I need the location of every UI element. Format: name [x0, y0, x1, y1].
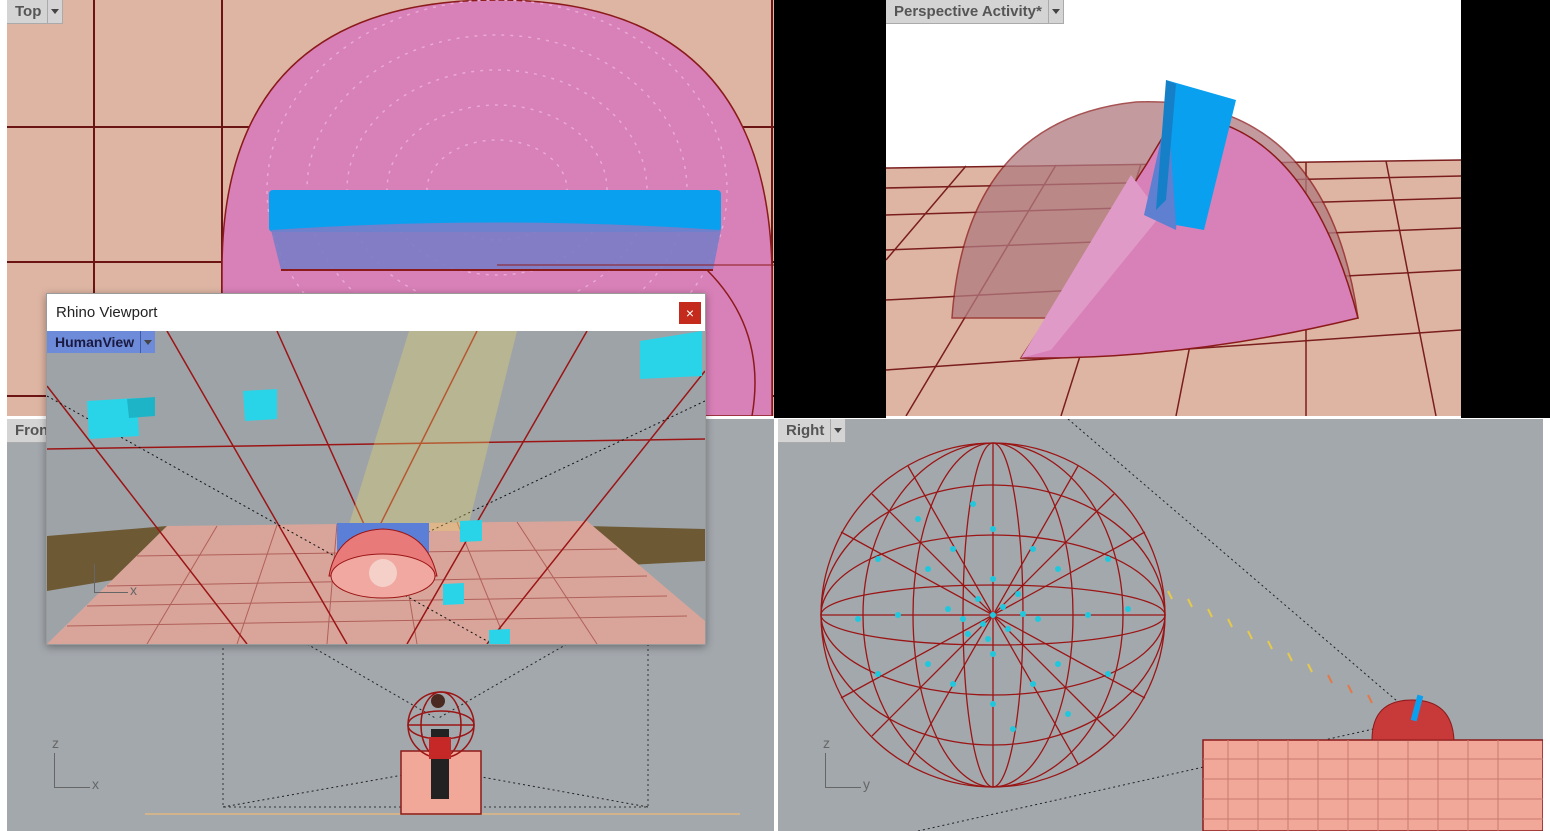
axis-label-y: y: [863, 776, 870, 792]
window-title: Rhino Viewport: [56, 304, 158, 321]
chevron-down-icon[interactable]: [1047, 0, 1063, 23]
axis-label-z: z: [823, 735, 830, 751]
rhino-viewport-window[interactable]: Rhino Viewport × HumanView x: [46, 293, 706, 645]
viewport-perspective[interactable]: Perspective Activity*: [886, 0, 1461, 416]
tab-top[interactable]: Top: [7, 0, 64, 24]
axis-label-x: x: [92, 776, 99, 792]
axis-indicator: x: [92, 564, 152, 604]
axis-label-x: x: [130, 582, 137, 598]
viewport-right[interactable]: Right z y: [778, 419, 1543, 831]
viewport-title: Top: [15, 3, 42, 20]
axis-indicator: z x: [52, 735, 112, 794]
tab-right[interactable]: Right: [778, 419, 847, 443]
viewport-title: Perspective Activity*: [894, 3, 1042, 20]
axis-indicator: z y: [823, 735, 883, 794]
axis-label-z: z: [52, 735, 59, 751]
perspective-scene: [886, 80, 1461, 416]
background-black-right: [1461, 0, 1550, 418]
chevron-down-icon[interactable]: [830, 419, 845, 442]
tab-perspective[interactable]: Perspective Activity*: [886, 0, 1064, 24]
background-black-left: [774, 0, 886, 418]
right-scene: [820, 419, 1543, 831]
viewport-title: Right: [786, 422, 825, 439]
view-name: HumanView: [55, 334, 135, 350]
chevron-down-icon[interactable]: [47, 0, 62, 23]
tab-humanview[interactable]: HumanView: [47, 331, 156, 353]
window-titlebar[interactable]: Rhino Viewport ×: [47, 294, 705, 331]
close-icon: ×: [685, 305, 695, 321]
chevron-down-icon[interactable]: [140, 331, 155, 353]
close-button[interactable]: ×: [679, 302, 701, 324]
